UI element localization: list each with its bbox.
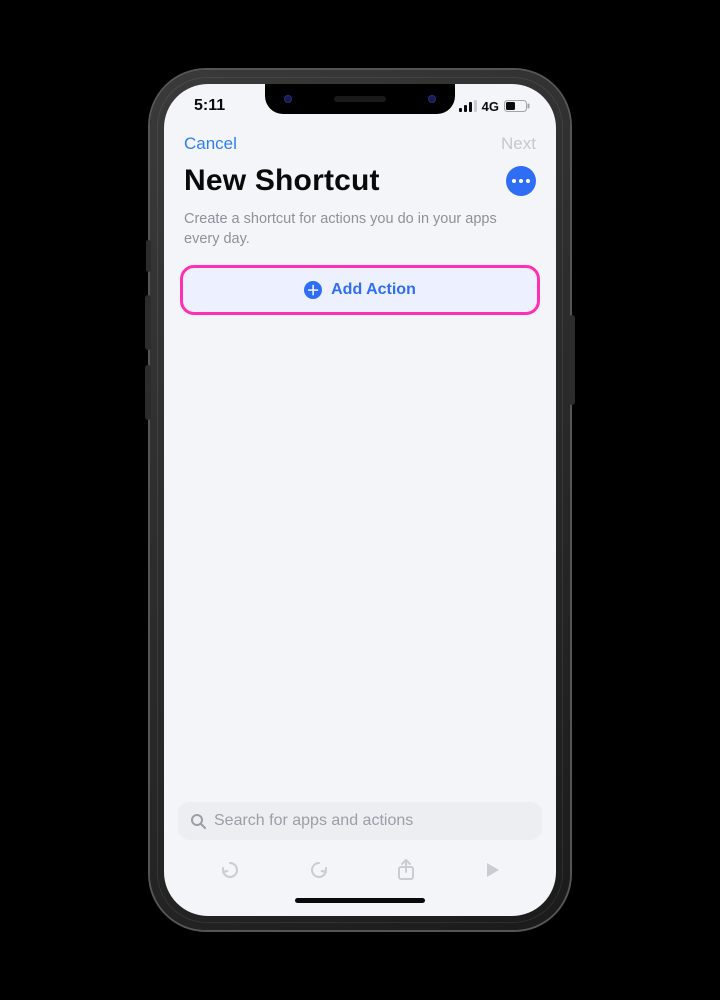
page-title: New Shortcut bbox=[184, 164, 380, 198]
volume-down-button[interactable] bbox=[145, 365, 151, 420]
add-action-label: Add Action bbox=[331, 281, 416, 299]
home-indicator-area bbox=[164, 894, 556, 916]
ellipsis-icon bbox=[512, 179, 516, 183]
network-type-label: 4G bbox=[482, 99, 499, 114]
battery-icon bbox=[504, 100, 530, 112]
search-wrapper: Search for apps and actions bbox=[164, 802, 556, 846]
status-right: 4G bbox=[459, 99, 530, 114]
cancel-button[interactable]: Cancel bbox=[184, 134, 237, 154]
nav-bar: Cancel Next bbox=[164, 128, 556, 158]
bottom-toolbar bbox=[164, 846, 556, 894]
plus-circle-icon: ＋ bbox=[304, 281, 322, 299]
ellipsis-icon bbox=[519, 179, 523, 183]
clock: 5:11 bbox=[194, 97, 225, 115]
screen: 5:11 4G bbox=[164, 84, 556, 916]
volume-up-button[interactable] bbox=[145, 295, 151, 350]
add-action-wrapper: ＋ Add Action bbox=[164, 265, 556, 315]
search-input[interactable]: Search for apps and actions bbox=[178, 802, 542, 840]
next-button: Next bbox=[501, 134, 536, 154]
mute-switch[interactable] bbox=[146, 240, 151, 272]
front-sensor-dot bbox=[284, 95, 292, 103]
device-frame: 5:11 4G bbox=[150, 70, 570, 930]
search-placeholder: Search for apps and actions bbox=[214, 812, 413, 830]
page-subtitle: Create a shortcut for actions you do in … bbox=[164, 204, 556, 265]
search-icon bbox=[190, 813, 206, 829]
empty-canvas bbox=[164, 315, 556, 802]
share-icon[interactable] bbox=[396, 858, 416, 882]
cellular-signal-icon bbox=[459, 100, 477, 112]
power-button[interactable] bbox=[569, 315, 575, 405]
play-icon[interactable] bbox=[483, 861, 501, 879]
front-camera-dot bbox=[428, 95, 436, 103]
add-action-button[interactable]: ＋ Add Action bbox=[180, 265, 540, 315]
more-options-button[interactable] bbox=[506, 166, 536, 196]
ellipsis-icon bbox=[526, 179, 530, 183]
earpiece-speaker bbox=[334, 96, 386, 102]
title-row: New Shortcut bbox=[164, 158, 556, 204]
undo-icon[interactable] bbox=[219, 859, 241, 881]
notch bbox=[265, 84, 455, 114]
redo-icon[interactable] bbox=[308, 859, 330, 881]
home-indicator[interactable] bbox=[295, 898, 425, 903]
